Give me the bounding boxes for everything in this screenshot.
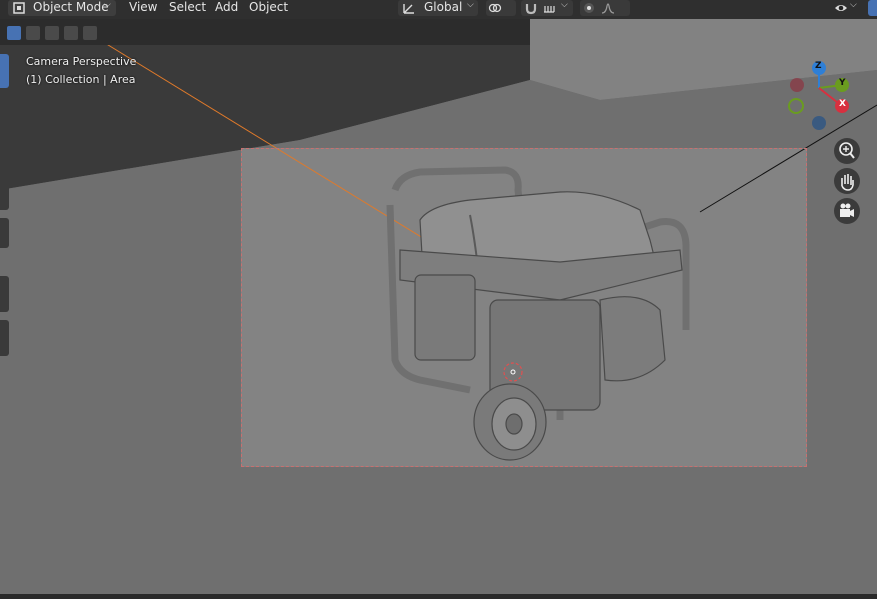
- select-subtract-icon[interactable]: [45, 26, 59, 40]
- orientation-icon: [402, 1, 416, 15]
- camera-view-icon: [840, 203, 854, 217]
- camera-view-button[interactable]: [834, 198, 860, 224]
- pivot-icon: [488, 1, 502, 15]
- x-axis-label: X: [839, 99, 846, 109]
- select-intersect-icon[interactable]: [83, 26, 97, 40]
- chevron-down-icon: ⌵: [467, 0, 474, 10]
- negative-x-ball: [790, 78, 804, 92]
- select-new-icon[interactable]: [7, 26, 21, 40]
- 3d-viewport[interactable]: Object Mode ⌵ View Select Add Object Glo…: [0, 0, 877, 599]
- proportional-edit-icon: [582, 1, 596, 15]
- proportional-editing-group[interactable]: [580, 0, 630, 16]
- tool-settings-strip: [0, 19, 530, 45]
- orientation-label: Global: [424, 0, 463, 14]
- magnet-icon: [524, 1, 538, 15]
- tool-transform-group[interactable]: [0, 130, 9, 210]
- negative-z-ball: [812, 116, 826, 130]
- chevron-down-icon: ⌵: [104, 0, 111, 10]
- select-extend-icon[interactable]: [26, 26, 40, 40]
- menu-view[interactable]: View: [129, 0, 157, 19]
- hand-pan-icon: [841, 174, 854, 191]
- negative-y-ball: [788, 98, 804, 114]
- falloff-curve-icon: [601, 1, 615, 15]
- viewport-header: Object Mode ⌵ View Select Add Object Glo…: [0, 0, 877, 19]
- y-axis-label: Y: [839, 78, 846, 88]
- collection-object-label: (1) Collection | Area: [26, 73, 136, 86]
- object-mode-dropdown[interactable]: Object Mode ⌵: [8, 0, 116, 16]
- object-mode-label: Object Mode: [33, 0, 109, 14]
- chevron-down-icon: ⌵: [850, 0, 857, 10]
- zoom-button[interactable]: [834, 138, 860, 164]
- object-mode-icon: [12, 1, 26, 15]
- pivot-point-dropdown[interactable]: [486, 0, 516, 16]
- snapping-group[interactable]: ⌵: [521, 0, 573, 16]
- overlay-toggle-button[interactable]: [868, 0, 877, 16]
- axis-gizmo[interactable]: [780, 55, 877, 135]
- status-bar: [0, 594, 877, 599]
- pan-button[interactable]: [834, 168, 860, 194]
- zoom-icon: [839, 142, 855, 159]
- view-name-label: Camera Perspective: [26, 55, 137, 68]
- select-invert-icon[interactable]: [64, 26, 78, 40]
- visibility-dropdown[interactable]: ⌵: [832, 0, 860, 16]
- tool-measure-icon[interactable]: [0, 276, 9, 312]
- tool-annotate-icon[interactable]: [0, 218, 9, 248]
- tool-select-box-icon[interactable]: [0, 54, 9, 88]
- chevron-down-icon: ⌵: [561, 0, 568, 10]
- tool-cursor-icon[interactable]: [0, 92, 9, 122]
- tool-add-cube-icon[interactable]: [0, 320, 9, 356]
- navigation-gizmo-area: Z Y X: [780, 55, 877, 235]
- camera-frame: [241, 148, 807, 467]
- menu-object[interactable]: Object: [249, 0, 288, 19]
- menu-add[interactable]: Add: [215, 0, 238, 19]
- left-toolbar: [0, 50, 9, 390]
- transform-orientation-dropdown[interactable]: Global ⌵: [398, 0, 478, 16]
- menu-select[interactable]: Select: [169, 0, 206, 19]
- z-axis-label: Z: [815, 61, 822, 71]
- snap-increment-icon: [542, 1, 556, 15]
- eye-icon: [834, 1, 848, 15]
